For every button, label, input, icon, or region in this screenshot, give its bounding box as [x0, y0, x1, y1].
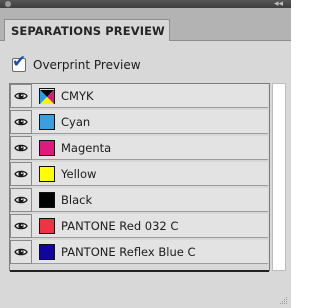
cmyk-swatch-icon	[39, 87, 55, 104]
separation-row[interactable]: Yellow	[10, 162, 268, 186]
panel-title-bar: ◂◂	[0, 0, 291, 9]
eye-icon[interactable]	[10, 136, 32, 160]
separation-row[interactable]: CMYK	[10, 84, 268, 108]
color-swatch	[39, 113, 55, 130]
separation-name-cell[interactable]: Cyan	[32, 110, 268, 134]
separation-row[interactable]: PANTONE Red 032 C	[10, 214, 268, 238]
separation-label: PANTONE Red 032 C	[61, 218, 179, 233]
tab-separations-preview[interactable]: SEPARATIONS PREVIEW	[4, 19, 170, 41]
separation-name-cell[interactable]: PANTONE Reflex Blue C	[32, 240, 268, 264]
separation-label: Black	[61, 192, 93, 207]
separations-list-scrollbar[interactable]	[272, 83, 286, 271]
separations-preview-panel: ◂◂ SEPARATIONS PREVIEW ✔ Overprint Previ…	[0, 0, 291, 308]
overprint-preview-option[interactable]: ✔ Overprint Preview	[12, 53, 141, 75]
separation-name-cell[interactable]: CMYK	[32, 84, 268, 108]
eye-icon[interactable]	[10, 162, 32, 186]
separation-name-cell[interactable]: Magenta	[32, 136, 268, 160]
separation-row[interactable]: Cyan	[10, 110, 268, 134]
color-swatch	[39, 191, 55, 208]
separation-label: Magenta	[61, 140, 112, 155]
tab-strip: SEPARATIONS PREVIEW	[0, 8, 291, 41]
list-bottom-rule	[10, 270, 269, 272]
eye-icon[interactable]	[10, 84, 32, 108]
eye-icon[interactable]	[10, 214, 32, 238]
separation-label: PANTONE Reflex Blue C	[61, 244, 196, 259]
separation-name-cell[interactable]: Yellow	[32, 162, 268, 186]
separation-row[interactable]: Black	[10, 188, 268, 212]
color-swatch	[39, 243, 55, 260]
eye-icon[interactable]	[10, 188, 32, 212]
overprint-preview-label: Overprint Preview	[33, 58, 141, 72]
separation-name-cell[interactable]: PANTONE Red 032 C	[32, 214, 268, 238]
color-swatch	[39, 139, 55, 156]
separation-label: Cyan	[61, 114, 91, 129]
eye-icon[interactable]	[10, 110, 32, 134]
separation-row[interactable]: PANTONE Reflex Blue C	[10, 240, 268, 264]
color-swatch	[39, 217, 55, 234]
separation-label: CMYK	[61, 88, 94, 103]
close-icon[interactable]	[5, 1, 11, 7]
separation-label: Yellow	[61, 166, 97, 181]
resize-grip-icon[interactable]	[279, 296, 288, 305]
eye-icon[interactable]	[10, 240, 32, 264]
checkmark-icon: ✔	[12, 52, 27, 72]
color-swatch	[39, 165, 55, 182]
overprint-preview-checkbox[interactable]: ✔	[12, 53, 26, 72]
separation-row[interactable]: Magenta	[10, 136, 268, 160]
separation-name-cell[interactable]: Black	[32, 188, 268, 212]
